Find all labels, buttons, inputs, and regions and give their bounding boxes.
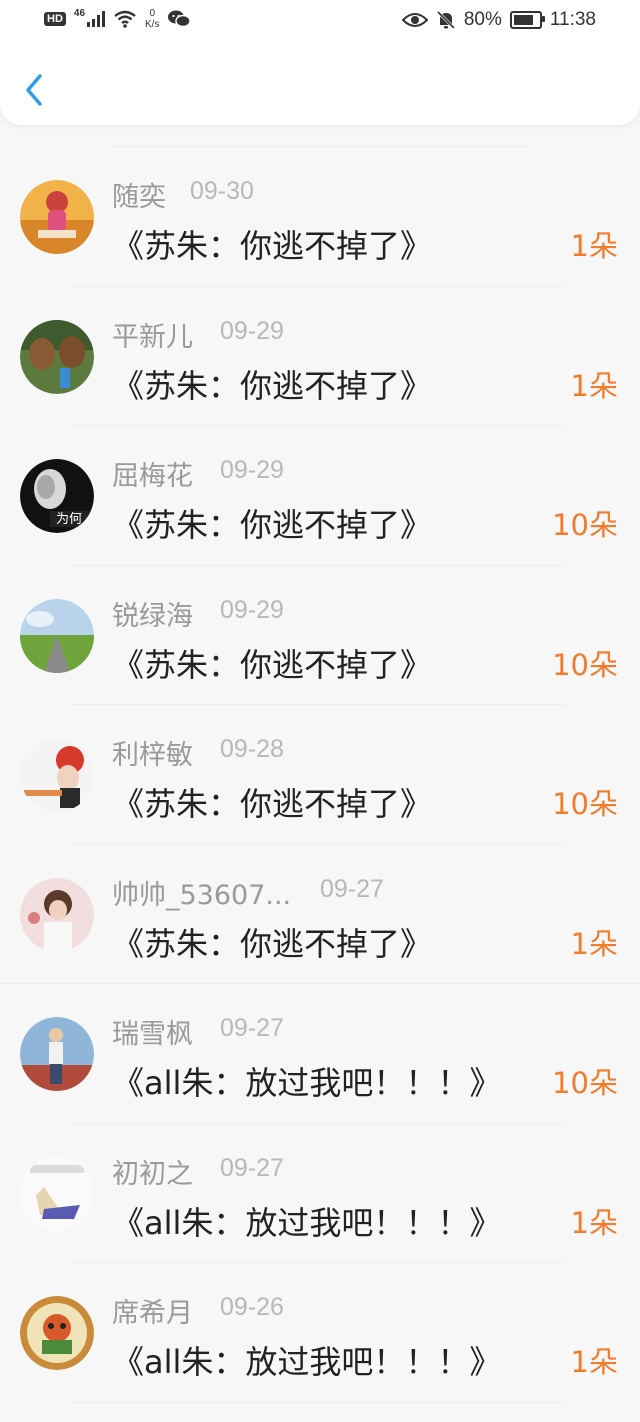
battery-icon: [509, 11, 545, 29]
list-item[interactable]: 席希月 09-26 《all朱：放过我吧！！！》 1朵: [0, 1263, 640, 1403]
flower-count: 1朵: [570, 368, 618, 403]
hd-badge: HD: [44, 12, 66, 26]
book-title: 《all朱：放过我吧！！！》: [112, 1064, 502, 1102]
sender-name: 锐绿海: [112, 600, 193, 632]
list-item[interactable]: 平新儿 09-29 《苏朱：你逃不掉了》 1朵: [0, 287, 640, 426]
flower-count: 10朵: [552, 508, 618, 542]
list-item[interactable]: 瑞雪枫 09-27 《all朱：放过我吧！！！》 10朵: [0, 984, 640, 1124]
battery-fill: [513, 15, 533, 25]
book-title: 《苏朱：你逃不掉了》: [112, 506, 433, 544]
list-item[interactable]: 为何 屈梅花 09-29 《苏朱：你逃不掉了》 10朵: [0, 426, 640, 566]
battery-percent: 80%: [463, 9, 502, 30]
avatar[interactable]: [20, 1296, 94, 1370]
status-bar: HD 46 0 K/s 80% 11:38: [0, 0, 640, 44]
list-item[interactable]: 初初之 09-27 《all朱：放过我吧！！！》 1朵: [0, 1124, 640, 1263]
flower-count: 10朵: [552, 647, 618, 682]
gift-date: 09-27: [220, 1014, 284, 1042]
signal-icon: [87, 11, 106, 27]
sender-name: 初初之: [112, 1158, 193, 1190]
network-speed-value: 0: [149, 8, 156, 19]
gift-date: 09-27: [320, 874, 384, 903]
header-bar: [0, 44, 640, 125]
sender-name: 利梓敏: [112, 740, 193, 771]
status-right: 80% 11:38: [401, 9, 596, 31]
network-speed: 0 K/s: [145, 8, 159, 30]
avatar[interactable]: [20, 598, 94, 673]
wechat-icon: [168, 10, 192, 28]
book-title: 《苏朱：你逃不掉了》: [112, 227, 433, 265]
sender-name: 瑞雪枫: [112, 1019, 193, 1050]
gift-date: 09-30: [190, 177, 254, 205]
sender-name: 平新儿: [112, 321, 193, 353]
clock: 11:38: [549, 9, 596, 30]
flower-count: 1朵: [570, 1345, 618, 1379]
book-title: 《苏朱：你逃不掉了》: [112, 785, 433, 823]
avatar[interactable]: [20, 1156, 94, 1231]
bell-mute-icon: [436, 10, 455, 30]
item-divider: [70, 1401, 564, 1403]
gift-date: 09-26: [220, 1293, 284, 1321]
book-title: 《all朱：放过我吧！！！》: [112, 1343, 502, 1381]
flower-count: 10朵: [552, 1066, 618, 1100]
avatar[interactable]: 为何: [20, 459, 94, 533]
book-title: 《苏朱：你逃不掉了》: [112, 924, 433, 963]
gift-record-list: 随奕 09-30 《苏朱：你逃不掉了》 1朵 平新儿 09-29 《苏朱：你逃不…: [0, 147, 640, 1403]
book-title: 《苏朱：你逃不掉了》: [112, 645, 433, 684]
gift-date: 09-29: [220, 456, 284, 484]
gift-date: 09-29: [220, 595, 284, 624]
avatar[interactable]: [20, 1017, 94, 1091]
flower-count: 1朵: [570, 229, 618, 263]
gift-date: 09-27: [220, 1153, 284, 1182]
network-speed-unit: K/s: [145, 19, 160, 30]
avatar[interactable]: [20, 877, 94, 952]
book-title: 《苏朱：你逃不掉了》: [112, 366, 433, 405]
svg-text:为何: 为何: [56, 511, 82, 527]
flower-count: 10朵: [552, 787, 618, 821]
avatar[interactable]: [20, 180, 94, 254]
eye-icon: [401, 13, 428, 27]
gift-date: 09-28: [220, 735, 284, 763]
avatar[interactable]: [20, 738, 94, 812]
avatar[interactable]: [20, 319, 94, 394]
flower-count: 1朵: [570, 926, 618, 961]
wifi-icon: [114, 10, 136, 28]
sender-name: 席希月: [112, 1298, 193, 1329]
list-item[interactable]: 利梓敏 09-28 《苏朱：你逃不掉了》 10朵: [0, 705, 640, 845]
sender-name: 帅帅_53607...: [112, 879, 292, 911]
back-arrow-icon[interactable]: [20, 72, 48, 108]
list-item[interactable]: 锐绿海 09-29 《苏朱：你逃不掉了》 10朵: [0, 566, 640, 705]
sender-name: 屈梅花: [112, 461, 193, 492]
book-title: 《all朱：放过我吧！！！》: [112, 1203, 502, 1242]
status-left: HD 46 0 K/s: [44, 7, 192, 30]
list-item[interactable]: 帅帅_53607... 09-27 《苏朱：你逃不掉了》 1朵: [0, 845, 640, 984]
gift-date: 09-29: [220, 316, 284, 345]
sender-name: 随奕: [112, 182, 166, 213]
list-item[interactable]: 随奕 09-30 《苏朱：你逃不掉了》 1朵: [0, 147, 640, 287]
network-type: 46: [73, 7, 86, 19]
flower-count: 1朵: [570, 1205, 618, 1240]
